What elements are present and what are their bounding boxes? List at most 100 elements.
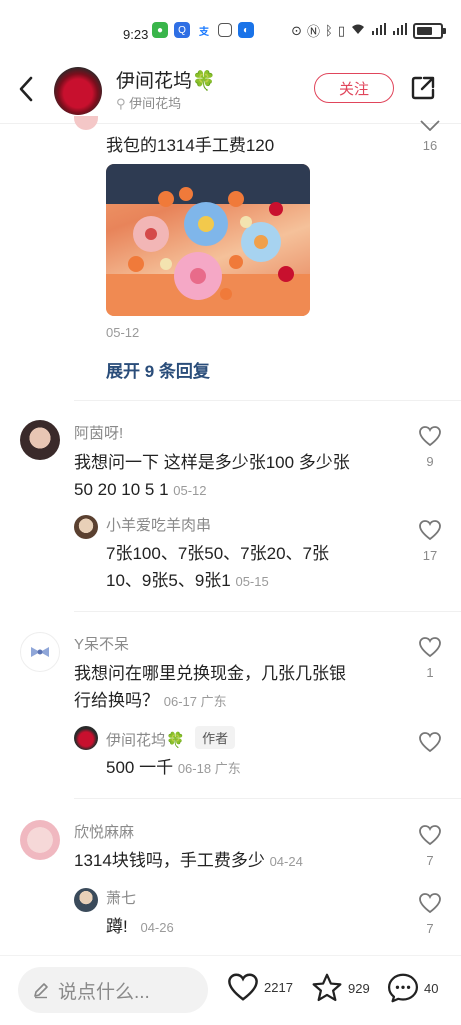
reply-header: 伊间花坞🍀 作者	[106, 726, 236, 750]
calendar-icon	[218, 23, 232, 37]
comment-text-content: 1314块钱吗，手工费多少	[74, 851, 265, 870]
back-arrow-icon[interactable]	[14, 74, 40, 104]
heart-icon	[419, 520, 441, 541]
reply-date: 05-15	[235, 574, 269, 589]
comment-like[interactable]: 1	[415, 636, 445, 680]
heart-icon	[419, 426, 441, 447]
heart-icon	[419, 637, 441, 658]
like-count: 9	[426, 454, 434, 469]
comment-date: 04-24	[269, 854, 303, 869]
replier-name[interactable]: 伊间花坞🍀	[106, 732, 185, 749]
heart-icon	[419, 732, 441, 753]
replier-name[interactable]: 小羊爱吃羊肉串	[106, 514, 211, 535]
comment-input-placeholder: 说点什么...	[58, 981, 150, 1003]
author-location: ⚲ 伊间花坞	[116, 93, 181, 112]
avatar[interactable]	[20, 632, 60, 672]
comment-text: 1314块钱吗，手工费多少 04-24	[74, 847, 303, 875]
header-divider	[0, 123, 461, 124]
search-app-icon: Q	[174, 22, 190, 38]
comment-like[interactable]: 9	[415, 425, 445, 469]
reply-like[interactable]: 7	[415, 892, 445, 936]
heart-icon	[419, 825, 441, 846]
comment-total: 40	[424, 980, 439, 996]
reply-text: 蹲! 04-26	[106, 913, 174, 941]
comment-like[interactable]: 16	[415, 118, 445, 153]
location-text: 伊间花坞	[129, 96, 182, 111]
reply-text-line2: 10、9张5、9张1	[106, 571, 231, 590]
like-count: 7	[426, 853, 434, 868]
reply-like[interactable]	[415, 731, 445, 760]
comment-image[interactable]	[106, 164, 310, 316]
heart-icon	[419, 893, 441, 914]
commenter-name[interactable]: 阿茵呀!	[74, 422, 123, 443]
pencil-icon	[34, 983, 48, 999]
status-time: 9:23	[123, 27, 149, 42]
heart-icon	[228, 973, 258, 1001]
nfc-icon: Ⓝ	[307, 24, 321, 39]
comment-text-line2: 50 20 10 5 1	[74, 480, 169, 499]
comment-like[interactable]: 7	[415, 824, 445, 868]
reply-text-content: 500 一千	[106, 758, 174, 777]
wechat-icon: ●	[152, 22, 168, 38]
author-badge: 作者	[195, 726, 236, 749]
comment-button[interactable]: 40	[386, 972, 438, 1004]
reply-text: 500 一千 06-18 广东	[106, 754, 241, 782]
reply-date: 04-26	[140, 920, 174, 935]
star-icon	[312, 973, 342, 1002]
expand-replies-link[interactable]: 展开 9 条回复	[106, 357, 210, 382]
comment-divider	[74, 611, 461, 612]
avatar[interactable]	[20, 820, 60, 860]
favorite-total: 929	[348, 980, 370, 996]
comment-text-line2: 行给换吗？	[74, 691, 159, 710]
bow-icon	[31, 647, 49, 657]
reply-text: 7张100、7张50、7张20、7张 10、9张5、9张1 05-15	[106, 540, 329, 595]
comment-date: 05-12	[106, 325, 140, 340]
reply-like[interactable]: 17	[415, 519, 445, 563]
flower-bouquet-image	[106, 164, 310, 316]
status-app-icons: ● Q 支 ◐	[152, 22, 254, 38]
avatar[interactable]	[74, 888, 98, 912]
comment-date: 06-17 广东	[163, 694, 227, 709]
wifi-icon	[350, 23, 366, 38]
avatar[interactable]	[20, 420, 60, 460]
replier-name[interactable]: 萧七	[106, 887, 136, 908]
comment-divider	[74, 798, 461, 799]
like-count: 16	[422, 138, 438, 153]
comment-text: 我想问在哪里兑换现金，几张几张银 行给换吗？ 06-17 广东	[74, 660, 346, 715]
avatar[interactable]	[74, 515, 98, 539]
avatar[interactable]	[74, 726, 98, 750]
signal-icon-2	[392, 23, 408, 38]
comment-bubble-icon	[387, 973, 419, 1003]
status-bar: 9:23 ● Q 支 ◐ ⊙ Ⓝ ᛒ ▯	[0, 0, 461, 62]
author-avatar[interactable]	[54, 67, 102, 115]
post-header: 伊间花坞🍀 ⚲ 伊间花坞 关注	[0, 62, 461, 122]
battery-icon	[413, 22, 446, 39]
like-button[interactable]: 2217	[226, 972, 293, 1002]
alarm-icon: ⊙	[291, 22, 303, 38]
commenter-name[interactable]: Y呆不呆	[74, 633, 129, 654]
vibrate-icon: ▯	[337, 22, 345, 38]
comment-text: 我想问一下 这样是多少张100 多少张 50 20 10 5 1 05-12	[74, 449, 350, 504]
comment-input[interactable]: 说点什么...	[18, 967, 208, 1013]
follow-button[interactable]: 关注	[314, 73, 394, 103]
reply-date: 06-18 广东	[177, 761, 241, 776]
avatar[interactable]	[74, 116, 98, 130]
share-icon[interactable]	[410, 75, 436, 101]
reply-text-line1: 7张100、7张50、7张20、7张	[106, 544, 330, 563]
bottom-action-bar: 说点什么... 2217 929 40	[0, 955, 461, 1025]
reply-text-content: 蹲!	[106, 917, 128, 936]
alipay-icon: 支	[196, 22, 212, 38]
comment-text: 我包的1314手工费120	[106, 136, 275, 155]
comment-text-line1: 我想问在哪里兑换现金，几张几张银	[74, 664, 346, 683]
status-indicators: ⊙ Ⓝ ᛒ ▯	[291, 21, 446, 40]
signal-icon	[371, 23, 387, 38]
heart-icon	[420, 120, 440, 132]
comment-divider	[74, 400, 461, 401]
bluetooth-icon: ᛒ	[325, 23, 333, 38]
location-pin-icon: ⚲	[116, 96, 126, 111]
commenter-name[interactable]: 欣悦麻麻	[74, 821, 134, 842]
author-name[interactable]: 伊间花坞🍀	[116, 66, 216, 93]
like-count: 1	[426, 665, 434, 680]
favorite-button[interactable]: 929	[310, 972, 370, 1004]
like-count: 7	[426, 921, 434, 936]
